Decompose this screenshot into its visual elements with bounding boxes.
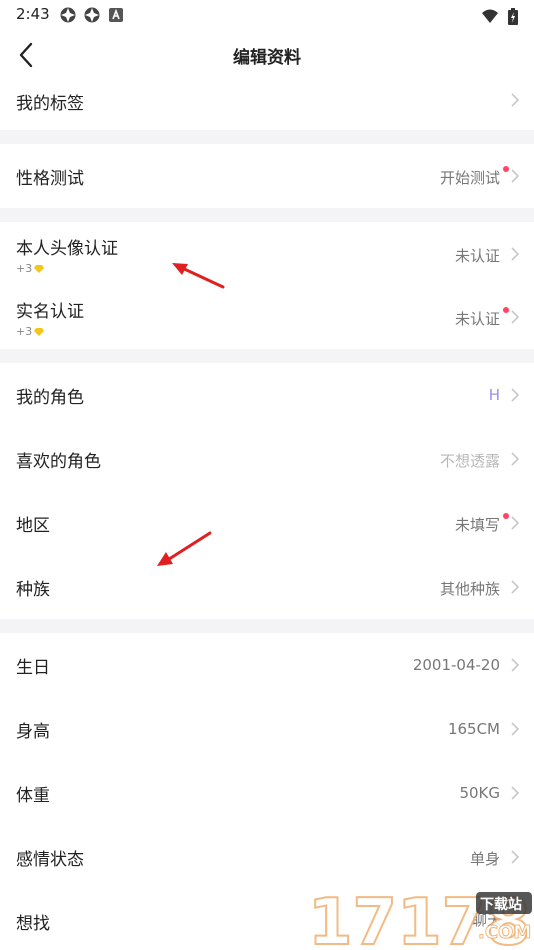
chevron-right-icon [511, 722, 520, 736]
row-label: 身高 [16, 722, 50, 742]
status-time: 2:43 [16, 5, 50, 23]
row-label: 体重 [16, 786, 50, 806]
row-avatar-verify[interactable]: 本人头像认证 +3 未认证 [0, 222, 534, 286]
row-label: 地区 [16, 516, 50, 536]
app-header: 编辑资料 [0, 30, 534, 81]
svg-text:.COM: .COM [478, 922, 531, 943]
row-value: 未认证 [454, 310, 500, 328]
row-relationship-status[interactable]: 感情状态 单身 [0, 825, 534, 889]
row-height[interactable]: 身高 165CM [0, 697, 534, 761]
chevron-right-icon [511, 658, 520, 672]
row-value: 不想透露 [439, 452, 500, 470]
chevron-right-icon [511, 786, 520, 800]
chevron-right-icon [511, 247, 520, 261]
row-value: 开始测试 [439, 169, 500, 187]
edit-profile-screen: 2:43 编辑资料 我的标签 性格测试 开始测试 本人头像认证 +3 未认证 实… [0, 0, 534, 950]
red-dot-badge [503, 307, 509, 313]
row-favorite-role[interactable]: 喜欢的角色 不想透露 [0, 427, 534, 491]
annotation-arrow-icon [157, 531, 212, 566]
row-personality-test[interactable]: 性格测试 开始测试 [0, 144, 534, 208]
chevron-right-icon [511, 850, 520, 864]
row-label: 我的角色 [16, 388, 84, 408]
row-label: 实名认证 [16, 302, 84, 322]
row-label: 我的标签 [16, 94, 84, 114]
row-value: 其他种族 [439, 580, 500, 598]
row-value: 未认证 [454, 247, 500, 265]
row-region[interactable]: 地区 未填写 [0, 491, 534, 555]
chevron-right-icon [511, 452, 520, 466]
status-right [481, 6, 518, 25]
row-race[interactable]: 种族 其他种族 [0, 555, 534, 619]
row-label: 想找 [16, 914, 50, 934]
row-value: 50KG [459, 784, 500, 802]
section-divider [0, 208, 534, 222]
battery-icon [508, 8, 518, 25]
bonus-text: +3 [16, 262, 45, 275]
a-badge-icon [109, 8, 123, 22]
section-divider [0, 619, 534, 633]
chevron-right-icon [511, 310, 520, 324]
app-notification-icon [84, 7, 100, 23]
chevron-right-icon [511, 93, 520, 107]
row-value: 未填写 [454, 516, 500, 534]
red-dot-badge [503, 513, 509, 519]
chevron-right-icon [511, 580, 520, 594]
row-label: 感情状态 [16, 850, 84, 870]
row-value: H [488, 386, 500, 404]
annotation-arrow-icon [172, 263, 225, 289]
row-realname-verify[interactable]: 实名认证 +3 未认证 [0, 285, 534, 349]
chevron-right-icon [511, 169, 520, 183]
row-label: 本人头像认证 [16, 239, 118, 259]
row-my-role[interactable]: 我的角色 H [0, 363, 534, 427]
page-title: 编辑资料 [233, 48, 301, 68]
red-dot-badge [503, 166, 509, 172]
row-value: 2001-04-20 [412, 656, 500, 674]
row-value: 165CM [447, 720, 500, 738]
row-birthday[interactable]: 生日 2001-04-20 [0, 633, 534, 697]
status-bar: 2:43 [0, 0, 534, 30]
row-label: 性格测试 [16, 169, 84, 189]
row-label: 种族 [16, 580, 50, 600]
svg-text:下载站: 下载站 [480, 896, 522, 913]
section-divider [0, 130, 534, 144]
bonus-value: +3 [16, 262, 33, 275]
row-my-tags[interactable]: 我的标签 [0, 80, 534, 130]
row-weight[interactable]: 体重 50KG [0, 761, 534, 825]
bonus-text: +3 [16, 325, 45, 338]
chevron-right-icon [511, 516, 520, 530]
row-label: 喜欢的角色 [16, 452, 101, 472]
row-label: 生日 [16, 658, 50, 678]
watermark-logo: 17178 下载站 .COM [307, 885, 532, 950]
section-divider [0, 349, 534, 363]
wifi-icon [481, 9, 498, 23]
row-value: 单身 [469, 850, 500, 868]
diamond-icon [34, 265, 45, 273]
app-notification-icon [60, 7, 76, 23]
chevron-right-icon [511, 388, 520, 402]
bonus-value: +3 [16, 325, 33, 338]
diamond-icon [34, 328, 45, 336]
